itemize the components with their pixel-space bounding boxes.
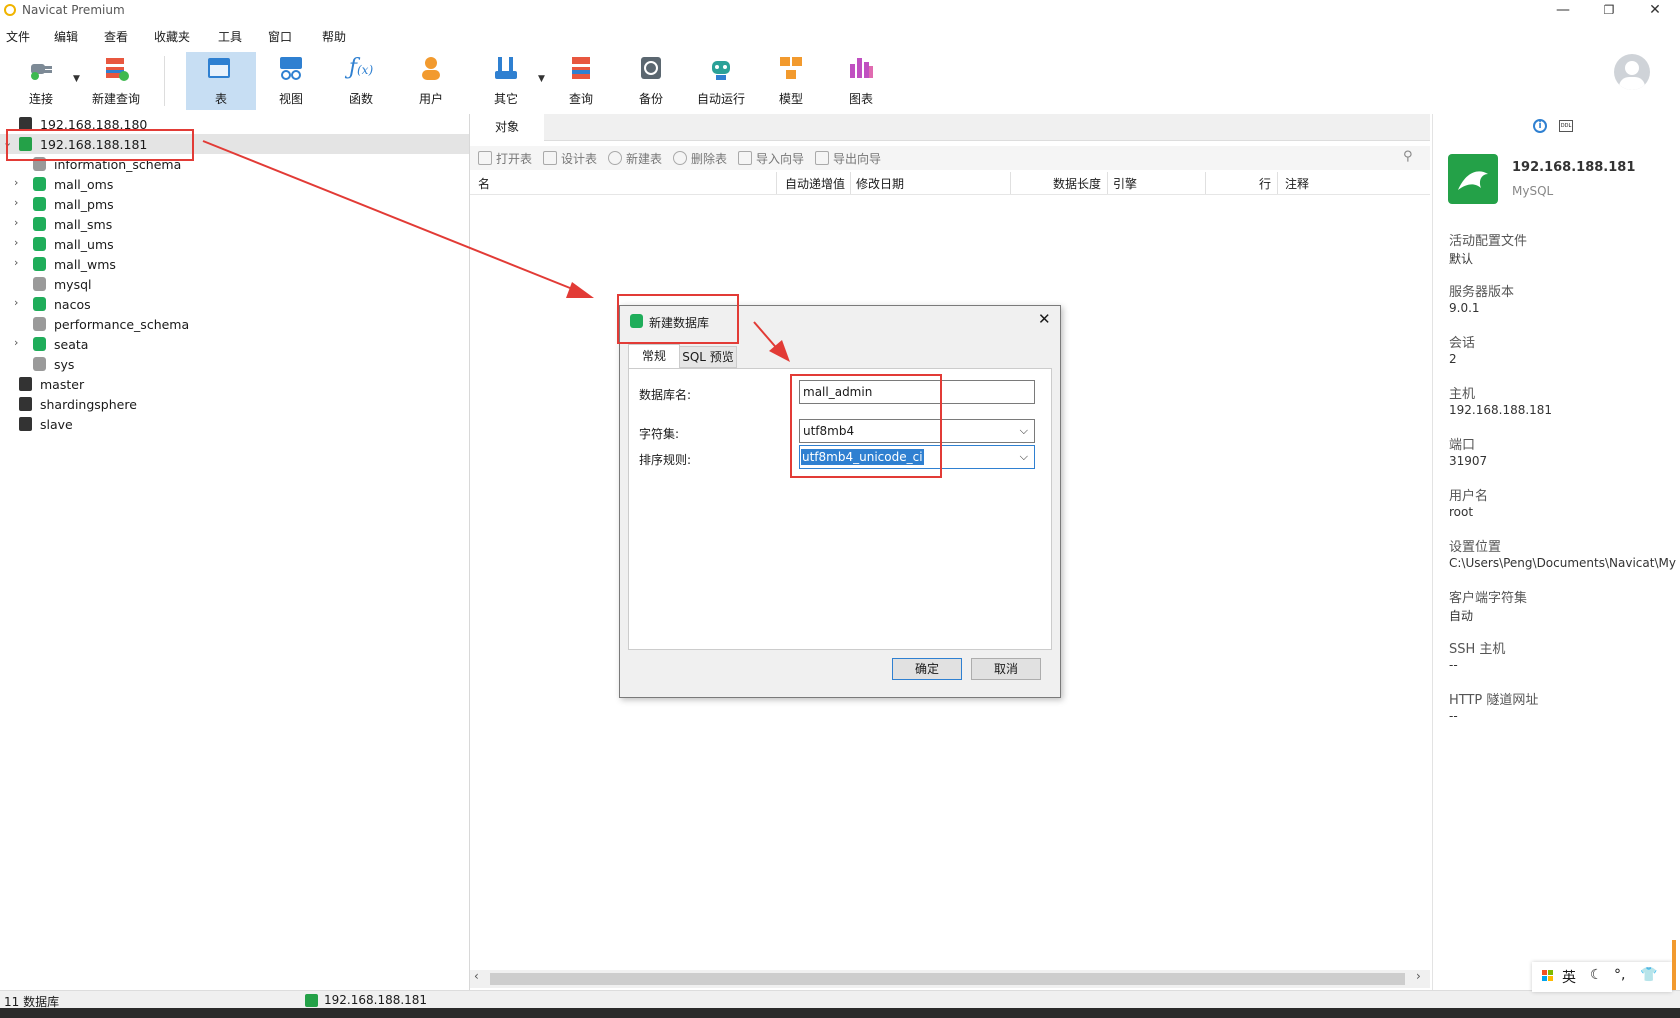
annotation-arrows: [202, 140, 790, 362]
annotation-arrowhead: [566, 282, 594, 298]
annotation-arrow: [202, 140, 581, 293]
